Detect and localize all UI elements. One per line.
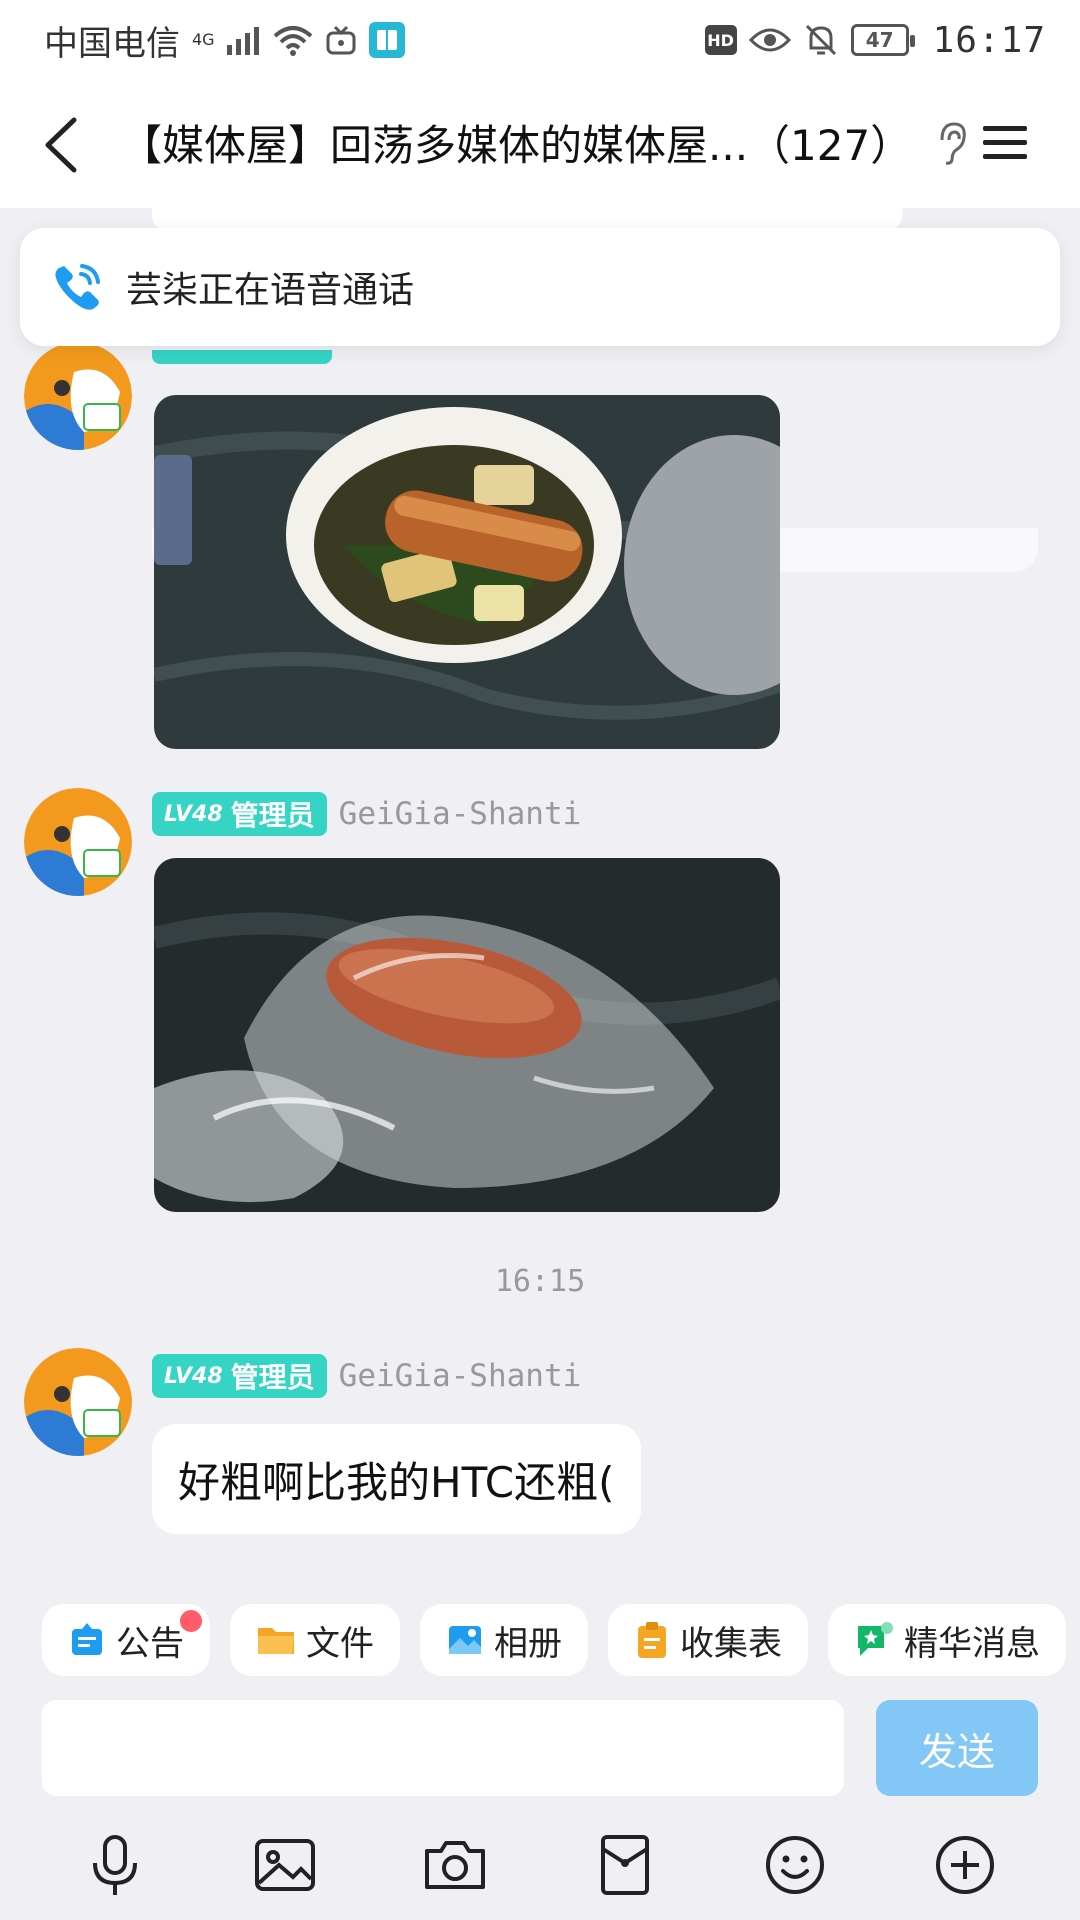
phone-call-icon (55, 264, 100, 310)
highlights-icon (858, 1622, 893, 1656)
message-list[interactable]: 芸柒正在语音通话 LV48 管理员 GeiGia-Shanti 16:15 LV… (0, 208, 1080, 1590)
ear-icon[interactable] (932, 118, 972, 168)
album-chip[interactable]: 相册 (420, 1604, 588, 1676)
announcement-label: 公告 (116, 1623, 184, 1664)
group-title[interactable]: 【媒体屋】回荡多媒体的媒体屋...（127） (120, 112, 940, 173)
level-badge-partial (152, 350, 332, 364)
message-fragment (152, 208, 902, 230)
role-text: 管理员 (230, 1361, 315, 1394)
microphone-icon[interactable] (79, 1829, 151, 1901)
clock: 16:17 (932, 19, 1046, 61)
camera-icon[interactable] (419, 1829, 491, 1901)
message-meta: LV48 管理员 GeiGia-Shanti (152, 792, 581, 836)
status-bar: 中国电信 4G HD 47 16:17 (0, 0, 1080, 80)
battery-indicator: 47 (850, 24, 915, 56)
input-actions-bar (0, 1810, 1080, 1920)
role-text: 管理员 (230, 799, 315, 832)
form-label: 收集表 (680, 1623, 782, 1664)
plus-icon[interactable] (929, 1829, 1001, 1901)
back-arrow-icon[interactable] (34, 110, 94, 180)
image-icon[interactable] (249, 1829, 321, 1901)
message-meta (152, 350, 332, 364)
announcement-icon (72, 1623, 102, 1655)
avatar[interactable] (24, 788, 132, 896)
call-banner-text: 芸柒正在语音通话 (126, 270, 415, 311)
files-chip[interactable]: 文件 (230, 1604, 400, 1676)
mute-bell-icon (805, 24, 836, 56)
folder-icon (258, 1628, 294, 1654)
emoji-icon[interactable] (759, 1829, 831, 1901)
network-type: 4G (192, 29, 215, 49)
message-input[interactable] (42, 1700, 844, 1796)
sender-name[interactable]: GeiGia-Shanti (339, 796, 582, 832)
signal-icon (226, 27, 259, 55)
album-icon (449, 1626, 481, 1654)
book-app-icon (368, 22, 405, 58)
eye-icon (748, 28, 791, 52)
level-text: LV48 (164, 1363, 223, 1389)
chat-header: 【媒体屋】回荡多媒体的媒体屋...（127） (0, 80, 1080, 208)
unread-dot (180, 1610, 202, 1632)
level-badge: LV48 管理员 (152, 1354, 327, 1398)
image-message[interactable] (154, 395, 780, 749)
message-meta: LV48 管理员 GeiGia-Shanti (152, 1354, 581, 1398)
level-text: LV48 (164, 801, 223, 827)
level-badge: LV48 管理员 (152, 792, 327, 836)
files-label: 文件 (306, 1623, 374, 1664)
announcement-chip[interactable]: 公告 (42, 1604, 210, 1676)
send-button[interactable]: 发送 (876, 1700, 1038, 1796)
clipboard-icon (638, 1622, 666, 1658)
avatar[interactable] (24, 1348, 132, 1456)
image-message[interactable] (154, 858, 780, 1212)
menu-icon[interactable] (980, 118, 1030, 168)
hd-badge: HD (704, 25, 737, 55)
time-divider: 16:15 (494, 1264, 586, 1299)
form-chip[interactable]: 收集表 (608, 1604, 808, 1676)
wifi-icon (273, 26, 312, 56)
carrier-label: 中国电信 (44, 23, 180, 64)
album-label: 相册 (494, 1623, 562, 1664)
tv-icon (326, 25, 356, 55)
sender-name[interactable]: GeiGia-Shanti (339, 1358, 582, 1394)
text-message-bubble[interactable]: 好粗啊比我的HTC还粗( (152, 1424, 641, 1534)
avatar[interactable] (24, 342, 132, 450)
group-toolbar: 公告 文件 相册 收集表 精华消息 (0, 1590, 1080, 1690)
input-row: 发送 (0, 1690, 1080, 1810)
highlights-chip[interactable]: 精华消息 (828, 1604, 1066, 1676)
red-packet-icon[interactable] (589, 1829, 661, 1901)
highlights-label: 精华消息 (904, 1623, 1040, 1664)
voice-call-banner[interactable]: 芸柒正在语音通话 (20, 228, 1060, 346)
